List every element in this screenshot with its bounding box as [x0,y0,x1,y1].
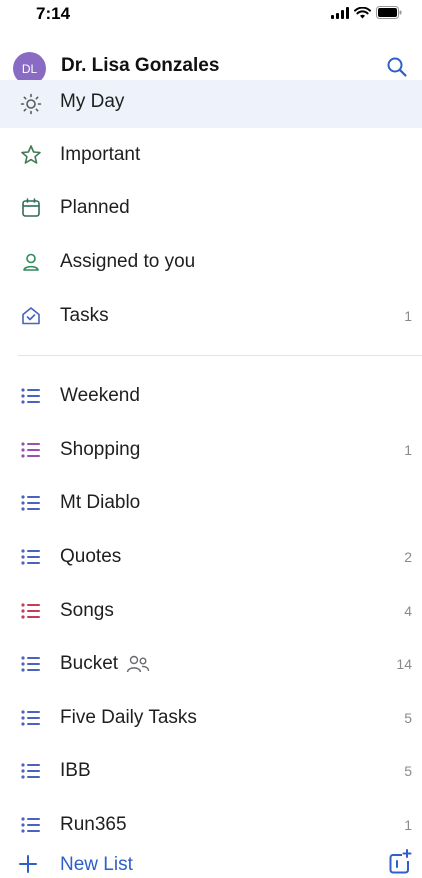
home-icon [19,304,43,328]
task-count: 1 [404,307,412,324]
list-label: Five Daily Tasks [60,706,197,728]
list-label: Shopping [60,438,141,460]
smart-list-planned[interactable]: Planned [0,182,422,236]
list-icon [19,599,43,623]
status-bar: 7:14 [0,0,422,34]
smart-list-label: Assigned to you [60,250,196,272]
footer: New List [0,846,422,878]
smart-list-label: Tasks [60,304,109,326]
lists-container: My Day Important Planned Assigned to you… [0,80,422,852]
list-label-wrap: Bucket [60,653,150,675]
list-label: IBB [60,760,91,782]
list-item-ibb[interactable]: IBB 5 [0,745,422,799]
list-item-quotes[interactable]: Quotes 2 [0,530,422,584]
task-count: 1 [404,441,412,458]
new-group-icon[interactable] [388,849,412,875]
calendar-icon [19,196,43,220]
list-item-songs[interactable]: Songs 4 [0,584,422,638]
list-icon [19,652,43,676]
smart-list-important[interactable]: Important [0,128,422,182]
smart-list-label: My Day [60,91,125,112]
task-count: 14 [396,656,412,673]
list-icon [19,545,43,569]
list-item-mt-diablo[interactable]: Mt Diablo [0,477,422,531]
smart-list-tasks[interactable]: Tasks 1 [0,289,422,343]
list-item-five-daily-tasks[interactable]: Five Daily Tasks 5 [0,691,422,745]
person-icon [19,250,43,274]
list-label: Bucket [60,653,119,675]
smart-list-my-day[interactable]: My Day [0,80,422,128]
list-label: Songs [60,599,114,621]
shared-people-icon [126,655,150,673]
list-icon [19,706,43,730]
task-count: 2 [404,548,412,565]
task-count: 5 [404,763,412,780]
list-item-run365[interactable]: Run365 1 [0,798,422,852]
user-name[interactable]: Dr. Lisa Gonzales [61,55,219,77]
status-icons [331,6,402,19]
list-icon [19,813,43,837]
list-icon [19,759,43,783]
star-icon [19,143,43,167]
list-icon [19,438,43,462]
task-count: 5 [404,709,412,726]
list-label: Weekend [60,385,140,407]
list-icon [19,384,43,408]
divider [18,355,422,357]
list-icon [19,491,43,515]
status-time: 7:14 [36,4,71,23]
list-label: Run365 [60,813,127,835]
wifi-icon [354,6,371,18]
cellular-signal-icon [331,6,349,19]
search-icon[interactable] [386,56,408,78]
list-item-weekend[interactable]: Weekend [0,369,422,423]
list-label: Mt Diablo [60,492,141,514]
smart-list-assigned[interactable]: Assigned to you [0,235,422,289]
task-count: 4 [404,602,412,619]
list-item-bucket[interactable]: Bucket 14 [0,637,422,691]
plus-icon[interactable] [18,854,38,874]
smart-list-label: Planned [60,197,130,219]
sun-icon [19,92,43,116]
list-item-shopping[interactable]: Shopping 1 [0,423,422,477]
task-count: 1 [404,816,412,833]
new-list-button[interactable]: New List [60,854,133,876]
smart-list-label: Important [60,143,141,165]
battery-icon [376,6,402,19]
list-label: Quotes [60,545,122,567]
